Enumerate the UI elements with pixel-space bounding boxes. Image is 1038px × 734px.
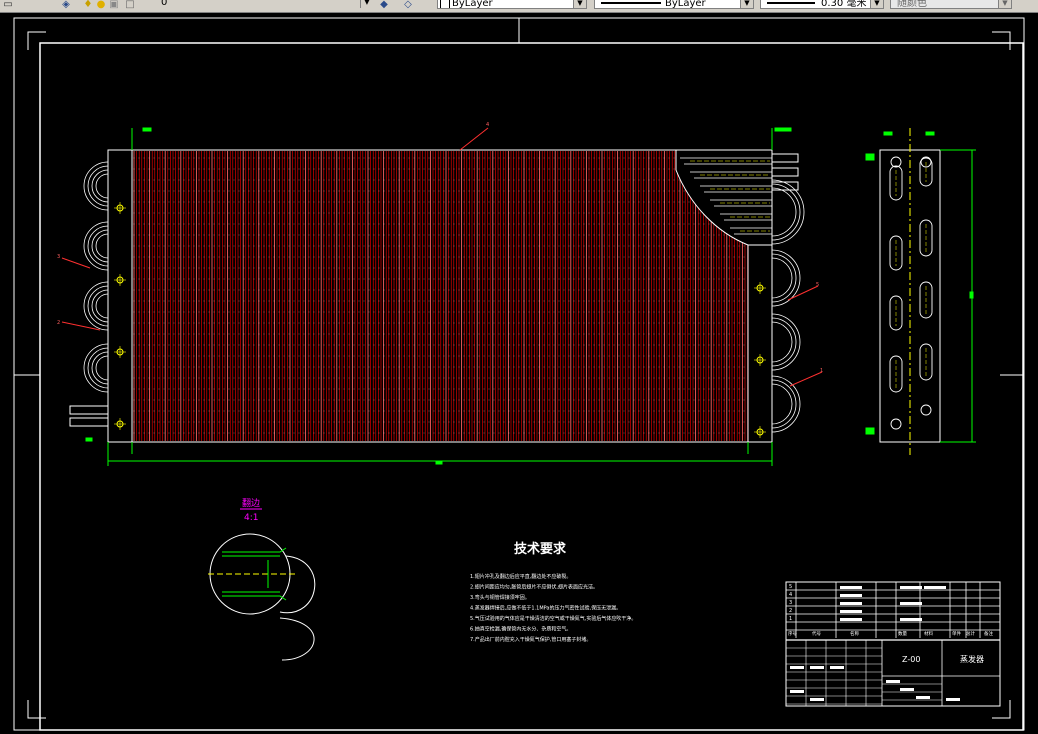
title-block-row-numbers: 5 4 3 2 1 (789, 584, 792, 622)
layer-color-icon[interactable]: □ (124, 0, 136, 10)
tech-note-line: 7.产品出厂前内腔充入干燥氮气保护,管口用塞子封堵。 (470, 636, 591, 643)
balloon-3: 3 (57, 254, 60, 260)
part-name: 蒸发器 (960, 654, 984, 664)
layer-name: 0 (161, 0, 168, 8)
chevron-down-icon[interactable]: ▼ (740, 0, 753, 8)
layer-previous-icon[interactable]: ◇ (402, 0, 414, 10)
plotstyle-select: 随颜色 ▼ (890, 0, 1012, 9)
layer-select[interactable]: 0 ▼ (143, 0, 373, 9)
balloon-2: 2 (57, 320, 60, 326)
tech-note-line: 2.翅片间距应均匀,胀管后翅片不应倒伏,翅片表面应光洁。 (470, 584, 598, 591)
title-block-header: 名称 (850, 630, 859, 637)
lineweight-preview-icon (767, 2, 815, 4)
sun-icon[interactable]: ● (95, 0, 107, 10)
tech-notes: 1.翅片冲孔及翻边后应平直,翻边处不应破裂。 2.翅片间距应均匀,胀管后翅片不应倒… (470, 573, 636, 643)
technical-requirements: 技术要求 1.翅片冲孔及翻边后应平直,翻边处不应破裂。 2.翅片间距应均匀,胀管后… (470, 541, 636, 643)
title-block-row-number: 1 (789, 616, 792, 622)
right-end-plate (747, 244, 773, 443)
plotstyle-value: 随颜色 (897, 0, 927, 9)
title-block-header: 代号 (812, 630, 821, 637)
title-block-header: 总计 (966, 630, 975, 637)
detail-label: 翻边 (242, 498, 260, 509)
title-block: 5 4 3 2 1 序号 代号 名称 数量 材料 单件 总计 备注 Z-00 蒸发器 (785, 581, 1001, 707)
tech-note-line: 6.抽真空检漏,确保管内无水分、杂质和空气。 (470, 626, 571, 633)
balloon-5: 5 (816, 282, 819, 288)
title-block-header: 单件 (952, 630, 961, 637)
window-restore-icon[interactable]: ▭ (2, 0, 14, 10)
title-block-row-number: 2 (789, 608, 792, 614)
linetype-value: ByLayer (665, 0, 706, 9)
detail-scale: 4:1 (244, 513, 258, 523)
title-block-header: 备注 (984, 630, 993, 637)
chevron-down-icon[interactable]: ▼ (870, 0, 883, 8)
color-swatch-icon (440, 0, 450, 8)
right-return-bends (771, 179, 805, 433)
flange-detail-view: 翻边 4:1 (208, 498, 316, 661)
tech-note-line: 3.弯头与铜管焊接须牢固。 (470, 594, 530, 601)
color-value: ByLayer (452, 0, 493, 9)
left-return-bends (83, 161, 109, 393)
title-block-row-number: 5 (789, 584, 792, 590)
title-block-row-number: 4 (789, 592, 792, 598)
lock-icon[interactable]: ▣ (108, 0, 120, 10)
bulb-icon[interactable]: ♦ (82, 0, 94, 10)
tech-note-line: 4.蒸发器焊接后,应做不低于1.1MPa的压力气密性试验,保压无泄漏。 (470, 605, 621, 612)
detail-break-lines (279, 555, 316, 661)
tech-title: 技术要求 (514, 541, 567, 557)
chevron-down-icon[interactable]: ▼ (573, 0, 586, 8)
drawing-canvas[interactable]: 4 3 2 5 1 翻边 4:1 技术要求 1.翅片冲孔及翻边后应平直,翻边处不… (0, 12, 1038, 734)
tech-note-line: 5.气压试验用的气体应是干燥清洁的空气或干燥氮气,实验后气体应吹干净。 (470, 615, 636, 622)
drawing-number: Z-00 (902, 655, 920, 664)
title-block-frame (785, 581, 1001, 707)
make-current-icon[interactable]: ◆ (378, 0, 390, 10)
chevron-down-icon[interactable]: ▼ (360, 0, 373, 8)
linetype-preview-icon (601, 2, 661, 4)
left-end-plate (107, 149, 133, 443)
title-block-row-number: 3 (789, 600, 792, 606)
balloon-4: 4 (486, 122, 489, 128)
balloon-1: 1 (820, 368, 823, 374)
title-block-header: 材料 (924, 630, 933, 637)
tech-note-line: 1.翅片冲孔及翻边后应平直,翻边处不应破裂。 (470, 573, 571, 580)
lineweight-select[interactable]: 0.30 毫米 ▼ (760, 0, 884, 9)
title-block-header: 序号 (788, 630, 797, 637)
title-block-header: 数量 (898, 630, 907, 637)
evaporator-front-view (69, 149, 805, 443)
layer-manager-icon[interactable]: ◈ (60, 0, 72, 10)
lineweight-value: 0.30 毫米 (821, 0, 867, 9)
linetype-select[interactable]: ByLayer ▼ (594, 0, 754, 9)
chevron-down-icon: ▼ (998, 0, 1011, 8)
color-select[interactable]: ByLayer ▼ (437, 0, 587, 9)
evaporator-side-view (865, 128, 976, 455)
